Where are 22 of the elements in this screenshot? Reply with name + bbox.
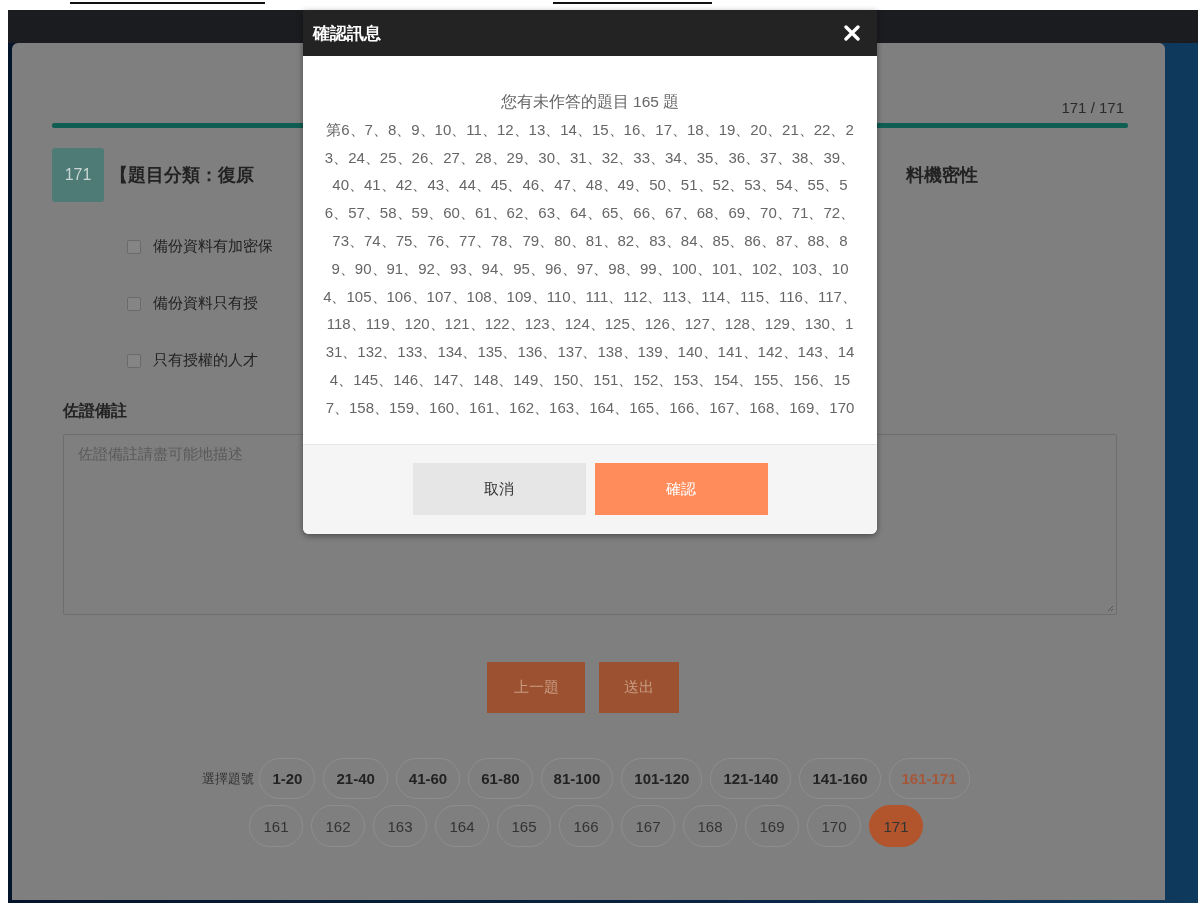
dialog-title: 確認訊息 [313,22,381,45]
unanswered-list: 第6、7、8、9、10、11、12、13、14、15、16、17、18、19、20、21、22、23、24、25、26、27、28、29、30、31、32、33、34、35、36、37、38、39、40、41、42、43、44、45、46、47、48、49、50、51、52、53、54、55、56、57、58、59、60、61、62、63、64、65、66、67、68、69、70、71、72、73、74、75、76、77、78、79、80、81、82、83、84、85、86、87、88、89、90、91、92、93、94、95、96、97、98、99、100、101、102、103、104、105、106、107、108、109、110、111、112、113、114、115、116、117、118、119、120、121、122、123、124、125、126、127、128、129、130、131、132、133、134、135、136、137、138、139、140、141、142、143、144、145、146、147、148、149、150、151、152、153、154、155、156、157、158、159、160、161、162、163、164、165、166、167、168、169、170 [323,115,857,422]
submit-button[interactable]: 送出 [599,662,679,713]
note-label: 佐證備註 [63,401,127,421]
cancel-button[interactable]: 取消 [412,463,586,516]
question-title: 料機密性 [906,164,978,187]
progress-text: 171 / 171 [1061,99,1124,116]
question-number: 171 [52,148,104,202]
checkbox[interactable] [127,239,141,254]
question-number-button[interactable]: 171 [869,805,923,847]
question-title: 【題目分類：復原 [110,164,254,187]
checkbox[interactable] [127,353,141,368]
option-label: 備份資料只有授 [153,294,258,313]
confirm-button[interactable]: 確認 [594,463,768,516]
previous-button[interactable]: 上一題 [487,662,585,713]
close-icon[interactable] [844,25,860,41]
option-label: 備份資料有加密保 [153,237,273,256]
page-label: 選擇題號 [202,769,255,788]
dialog-message: 您有未作答的題目 165 題 [499,92,681,112]
option-label: 只有授權的人才 [153,351,258,370]
checkbox[interactable] [127,296,141,311]
resize-icon[interactable] [1106,604,1114,612]
